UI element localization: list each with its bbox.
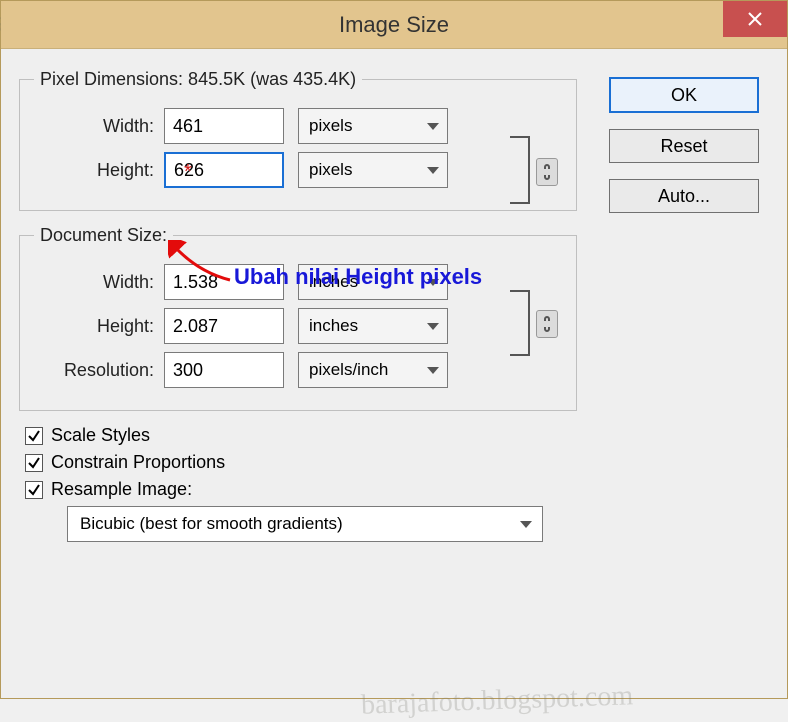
constrain-proportions-row: Constrain Proportions — [25, 452, 577, 473]
auto-button[interactable]: Auto... — [609, 179, 759, 213]
doc-height-input[interactable] — [164, 308, 284, 344]
ok-button[interactable]: OK — [609, 77, 759, 113]
document-size-group: Document Size: Width: inches Height: — [19, 225, 577, 411]
reset-button[interactable]: Reset — [609, 129, 759, 163]
chevron-down-icon — [427, 367, 439, 374]
image-size-dialog: barajafoto.blogspot.com barajafoto.blogs… — [0, 0, 788, 699]
pixel-height-label: Height: — [34, 160, 164, 181]
pixel-dimensions-legend: Pixel Dimensions: 845.5K (was 435.4K) — [34, 69, 362, 90]
pixel-height-unit-select[interactable]: pixels — [298, 152, 448, 188]
scale-styles-row: Scale Styles — [25, 425, 577, 446]
constrain-proportions-label: Constrain Proportions — [51, 452, 225, 473]
right-column: OK Reset Auto... — [599, 65, 769, 229]
left-column: Pixel Dimensions: 845.5K (was 435.4K) Wi… — [19, 65, 577, 542]
select-value: inches — [309, 272, 358, 292]
resolution-unit-select[interactable]: pixels/inch — [298, 352, 448, 388]
watermark-text: barajafoto.blogspot.com — [361, 680, 634, 721]
resample-image-label: Resample Image: — [51, 479, 192, 500]
window-title: Image Size — [339, 12, 449, 38]
doc-width-label: Width: — [34, 272, 164, 293]
resample-image-row: Resample Image: — [25, 479, 577, 500]
resample-method-select[interactable]: Bicubic (best for smooth gradients) — [67, 506, 543, 542]
doc-width-unit-select[interactable]: inches — [298, 264, 448, 300]
pixel-width-label: Width: — [34, 116, 164, 137]
document-size-legend: Document Size: — [34, 225, 173, 246]
chevron-down-icon — [427, 167, 439, 174]
chevron-down-icon — [427, 123, 439, 130]
check-icon — [27, 456, 41, 470]
select-value: inches — [309, 316, 358, 336]
select-value: pixels — [309, 116, 352, 136]
scale-styles-checkbox[interactable] — [25, 427, 43, 445]
chevron-down-icon — [520, 521, 532, 528]
constrain-proportions-checkbox[interactable] — [25, 454, 43, 472]
doc-width-input[interactable] — [164, 264, 284, 300]
close-button[interactable] — [723, 1, 787, 37]
pixel-dimensions-group: Pixel Dimensions: 845.5K (was 435.4K) Wi… — [19, 69, 577, 211]
chevron-down-icon — [427, 323, 439, 330]
select-value: pixels — [309, 160, 352, 180]
doc-height-label: Height: — [34, 316, 164, 337]
chevron-down-icon — [427, 279, 439, 286]
scale-styles-label: Scale Styles — [51, 425, 150, 446]
check-icon — [27, 483, 41, 497]
pixel-width-input[interactable] — [164, 108, 284, 144]
pixel-width-unit-select[interactable]: pixels — [298, 108, 448, 144]
client-area: barajafoto.blogspot.com Pixel Dimensions… — [1, 49, 787, 698]
select-value: pixels/inch — [309, 360, 388, 380]
resolution-input[interactable] — [164, 352, 284, 388]
doc-height-unit-select[interactable]: inches — [298, 308, 448, 344]
select-value: Bicubic (best for smooth gradients) — [80, 514, 343, 534]
resolution-label: Resolution: — [34, 360, 164, 381]
check-icon — [27, 429, 41, 443]
titlebar: Image Size — [1, 1, 787, 49]
pixel-height-input[interactable] — [164, 152, 284, 188]
resample-image-checkbox[interactable] — [25, 481, 43, 499]
close-icon — [748, 12, 762, 26]
